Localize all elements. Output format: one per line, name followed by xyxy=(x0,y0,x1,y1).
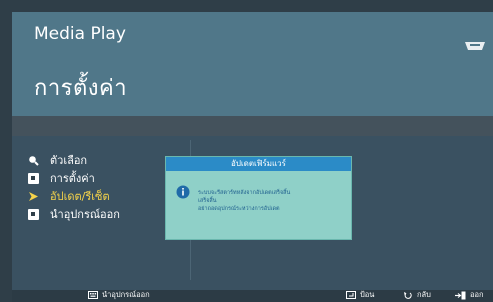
dialog-message-line-2: เสร็จสิ้น xyxy=(198,198,217,204)
menu-label-options: ตัวเลือก xyxy=(50,154,88,167)
menu-item-options[interactable]: ตัวเลือก xyxy=(28,152,87,168)
magnifier-icon xyxy=(29,155,39,166)
footer-back-label: กลับ xyxy=(417,290,431,299)
keyboard-icon xyxy=(88,291,98,299)
dialog-title: อัปเดตเฟิร์มแวร์ xyxy=(166,157,351,171)
dialog-message-line-3: อย่าถอดอุปกรณ์ระหว่างการอัปเดต xyxy=(198,206,280,212)
hdmi-connector-icon xyxy=(465,42,485,50)
footer-back[interactable]: กลับ xyxy=(403,288,431,302)
dialog-message-line-1: ระบบจะรีสตาร์ทหลังจากอัปเดตเสร็จสิ้น xyxy=(198,190,291,196)
menu-label-settings: การตั้งค่า xyxy=(50,172,95,185)
footer-exit[interactable]: ออก xyxy=(455,288,484,302)
eject-square-icon xyxy=(28,208,39,220)
menu-item-remove-device[interactable]: นำอุปกรณ์ออก xyxy=(28,206,120,222)
menu-item-settings[interactable]: การตั้งค่า xyxy=(28,170,95,186)
exit-icon xyxy=(455,291,466,299)
tv-settings-screen: Media Play การตั้งค่า ตัวเลือก การตั้งค่… xyxy=(0,0,493,302)
footer-remove-device[interactable]: นำอุปกรณ์ออก xyxy=(88,288,150,302)
footer-enter[interactable]: ป้อน xyxy=(346,288,374,302)
enter-icon xyxy=(346,291,356,299)
footer-enter-label: ป้อน xyxy=(360,290,375,299)
header-divider-band xyxy=(12,116,493,136)
info-icon xyxy=(176,185,190,199)
footer-remove-device-label: นำอุปกรณ์ออก xyxy=(102,290,150,299)
firmware-update-dialog: อัปเดตเฟิร์มแวร์ ระบบจะรีสตาร์ทหลังจากอั… xyxy=(165,156,352,240)
arrow-right-icon xyxy=(29,191,38,201)
header-panel: Media Play การตั้งค่า xyxy=(12,12,493,116)
menu-label-remove-device: นำอุปกรณ์ออก xyxy=(50,208,120,221)
page-title: การตั้งค่า xyxy=(34,76,128,101)
footer-exit-label: ออก xyxy=(470,290,484,299)
menu-label-update-reset: อัปเดต/รีเซ็ต xyxy=(50,190,110,203)
menu-item-update-reset[interactable]: อัปเดต/รีเซ็ต xyxy=(28,188,110,204)
back-icon xyxy=(404,291,412,299)
settings-square-icon xyxy=(28,172,39,184)
app-title: Media Play xyxy=(34,24,126,44)
